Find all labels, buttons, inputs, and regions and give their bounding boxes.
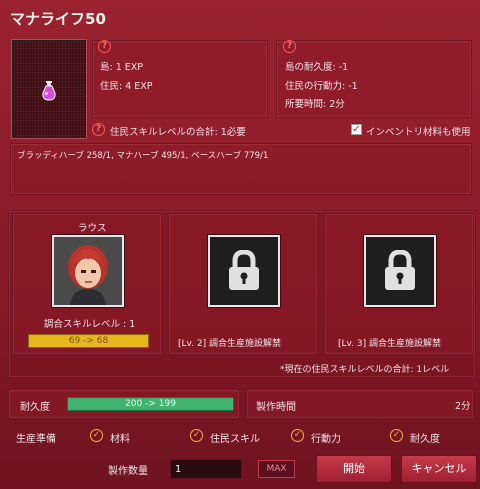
durability-label: 耐久度 <box>20 402 50 413</box>
max-button[interactable]: MAX <box>258 460 295 478</box>
lock-icon <box>385 250 415 290</box>
quantity-input[interactable] <box>170 459 242 479</box>
check-icon: ✓ <box>190 429 203 442</box>
skill-requirement: 住民スキルレベルの合計: 1必要 <box>110 127 246 138</box>
current-skill-total-note: *現在の住民スキルレベルの合計: 1レベル <box>280 365 450 375</box>
lock-icon <box>229 250 259 290</box>
skill-help-icon[interactable]: ? <box>92 123 105 136</box>
check-icon: ✓ <box>291 429 304 442</box>
slot-2-unlock-label: [Lv. 2] 調合生産施設解禁 <box>178 339 281 349</box>
island-exp: 島: 1 EXP <box>100 62 144 73</box>
item-preview <box>12 40 86 138</box>
prep-item-durability: 耐久度 <box>410 434 440 445</box>
locked-slot-3[interactable] <box>363 234 437 308</box>
resident-name: ラウス <box>78 223 107 234</box>
prep-item-resident-skill: 住民スキル <box>210 434 260 445</box>
slot-3-unlock-label: [Lv. 3] 調合生産施設解禁 <box>338 339 441 349</box>
production-time-value: 2分 <box>455 401 471 412</box>
durability-bar: 200 -> 199 <box>67 397 234 411</box>
potion-icon <box>42 81 56 101</box>
rewards-help-icon[interactable]: ? <box>98 40 111 53</box>
check-icon: ✓ <box>390 429 403 442</box>
window-title: マナライフ50 <box>10 10 106 28</box>
resident-portrait[interactable] <box>51 234 125 308</box>
locked-slot-2[interactable] <box>207 234 281 308</box>
time-required: 所要時間: 2分 <box>285 99 345 110</box>
island-durability-cost: 島の耐久度: -1 <box>285 62 349 73</box>
prep-item-materials: 材料 <box>110 434 130 445</box>
skill-progress-bar: 69 -> 68 <box>28 334 149 348</box>
start-button[interactable]: 開始 <box>316 455 392 483</box>
prep-label: 生産準備 <box>16 434 56 445</box>
production-window: マナライフ50 ? 島: 1 EXP 住民: 4 EXP ? 島の耐久度: -1… <box>0 0 480 489</box>
skill-level-label: 調合スキルレベル : 1 <box>44 319 136 330</box>
resident-action-cost: 住民の行動力: -1 <box>285 81 358 92</box>
use-inventory-label[interactable]: インベントリ材料も使用 <box>366 124 471 138</box>
check-icon: ✓ <box>90 429 103 442</box>
materials-list: ブラッディハーブ 258/1, マナハーブ 495/1, ベースハーブ 779/… <box>17 151 269 161</box>
quantity-label: 製作数量 <box>108 466 148 477</box>
avatar <box>54 237 122 305</box>
prep-item-action-power: 行動力 <box>311 434 341 445</box>
costs-help-icon[interactable]: ? <box>283 40 296 53</box>
resident-exp: 住民: 4 EXP <box>100 81 153 92</box>
cancel-button[interactable]: キャンセル <box>401 455 477 483</box>
use-inventory-checkbox[interactable]: ✓ <box>351 124 362 135</box>
production-time-label: 製作時間 <box>256 402 296 413</box>
